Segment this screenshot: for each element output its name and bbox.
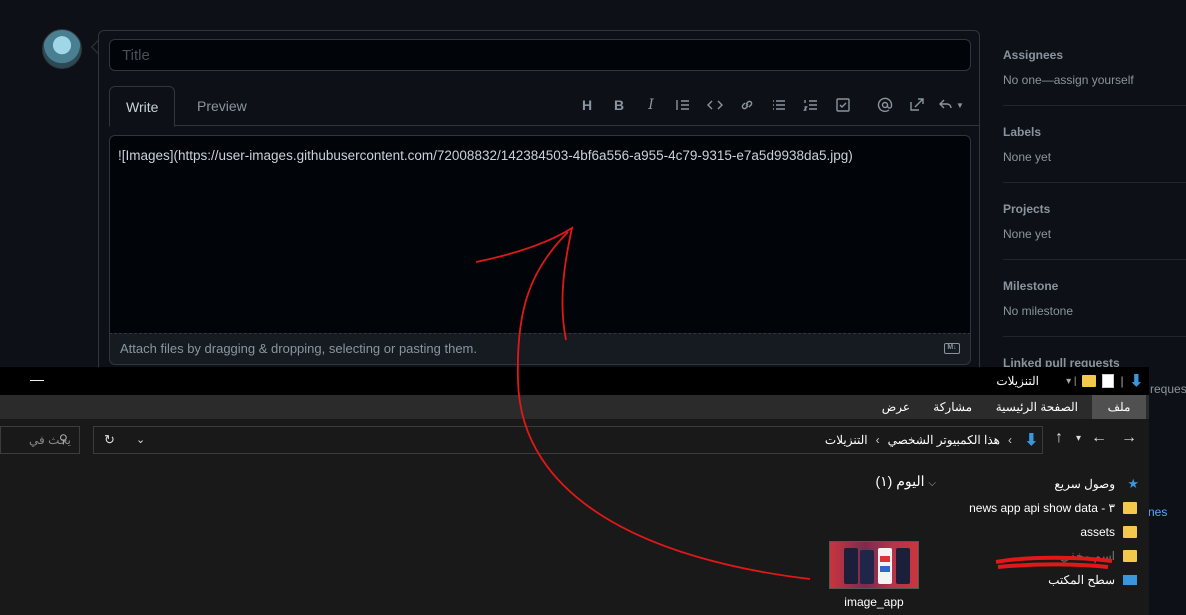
quote-icon: [676, 100, 689, 110]
customize-qa-icon[interactable]: ▾ |: [1066, 376, 1076, 387]
bulleted-list-button[interactable]: [763, 93, 795, 117]
link-button[interactable]: [731, 93, 763, 117]
tab-preview[interactable]: Preview: [181, 86, 263, 126]
link-icon: [741, 100, 753, 110]
quick-access-toolbar: ▾ | | ⬇: [1066, 371, 1143, 391]
code-icon: [707, 100, 723, 110]
group-header-today[interactable]: اليوم (١) ⌵: [875, 473, 936, 490]
navigation-pane: ★ وصول سريع news app api show data - ٣ as…: [944, 461, 1149, 615]
refresh-icon[interactable]: ↻: [104, 432, 115, 448]
ribbon-tab-file[interactable]: ملف: [1092, 395, 1146, 419]
title-input[interactable]: [109, 39, 971, 71]
nav-item-news-app[interactable]: news app api show data - ٣: [969, 501, 1137, 515]
image-thumbnail[interactable]: [829, 541, 919, 589]
ribbon-tab-share[interactable]: مشاركة: [933, 395, 972, 419]
sidebar-assignees[interactable]: Assignees No one—assign yourself: [1003, 48, 1186, 106]
quote-button[interactable]: [667, 93, 699, 117]
nav-item-redacted[interactable]: اسم مخفي: [1060, 549, 1137, 563]
explorer-title-bar: — التنزيلات ▾ | | ⬇: [0, 367, 1149, 395]
code-button[interactable]: [699, 93, 731, 117]
saved-replies-button[interactable]: ▼: [933, 93, 969, 117]
tab-write[interactable]: Write: [109, 86, 176, 127]
folder-icon[interactable]: [1082, 375, 1097, 387]
reference-button[interactable]: [901, 93, 933, 117]
folder-icon: [1123, 526, 1137, 538]
file-name-label: image_app: [844, 595, 904, 609]
download-arrow-icon: ⬇: [1129, 373, 1143, 390]
desktop-icon: [1123, 575, 1137, 585]
at-sign-icon: [877, 97, 893, 113]
cross-reference-icon: [910, 98, 924, 111]
sidebar-link[interactable]: nes: [1148, 505, 1167, 519]
breadcrumb: › هذا الكمبيوتر الشخصي › التنزيلات: [824, 433, 1012, 447]
reply-icon: [939, 99, 952, 109]
numbered-list-icon: [803, 100, 817, 111]
folder-icon: [1123, 550, 1137, 562]
numbered-list-button[interactable]: [795, 93, 827, 117]
recent-locations-chevron-icon[interactable]: ▾: [1076, 433, 1081, 444]
task-list-button[interactable]: [827, 93, 859, 117]
markdown-toolbar: H B I ▼: [571, 93, 969, 117]
folder-icon: [1123, 502, 1137, 514]
minimize-button[interactable]: —: [30, 371, 44, 387]
sidebar-projects[interactable]: Projects None yet: [1003, 202, 1186, 260]
back-arrow-icon[interactable]: →: [1121, 429, 1137, 447]
checkbox-icon: [836, 98, 850, 112]
downloads-icon: ⬇: [1024, 432, 1038, 449]
address-bar[interactable]: ⬇ › هذا الكمبيوتر الشخصي › التنزيلات ↻ ⌄: [93, 426, 1043, 454]
ribbon-tab-home[interactable]: الصفحة الرئيسية: [996, 395, 1078, 419]
separator-icon: |: [1120, 374, 1124, 388]
comment-body-textarea[interactable]: ![Images](https://user-images.githubuser…: [109, 135, 971, 333]
nav-item-quick-access[interactable]: ★ وصول سريع: [1054, 476, 1139, 491]
bold-button[interactable]: B: [603, 93, 635, 117]
file-list-pane: اليوم (١) ⌵: [0, 461, 944, 615]
forward-arrow-icon[interactable]: ←: [1091, 429, 1107, 447]
ribbon-tab-view[interactable]: عرض: [882, 395, 910, 419]
explorer-title: التنزيلات: [996, 374, 1039, 388]
sidebar-labels[interactable]: Labels None yet: [1003, 125, 1186, 183]
markdown-icon: M↓: [944, 343, 960, 354]
breadcrumb-this-pc[interactable]: هذا الكمبيوتر الشخصي: [888, 433, 1000, 447]
heading-button[interactable]: H: [571, 93, 603, 117]
phone-screens-image: [844, 548, 910, 584]
italic-button[interactable]: I: [635, 93, 667, 117]
file-explorer-window: — التنزيلات ▾ | | ⬇ ملف الصفحة الرئيسية …: [0, 367, 1149, 615]
user-avatar[interactable]: [42, 29, 82, 69]
sidebar-linked-prs-text: reques: [1150, 382, 1186, 396]
nav-item-desktop[interactable]: سطح المكتب: [1048, 573, 1137, 587]
chevron-down-icon: ▼: [956, 100, 964, 110]
address-dropdown-chevron-icon[interactable]: ⌄: [136, 433, 145, 446]
attach-files-bar[interactable]: Attach files by dragging & dropping, sel…: [109, 333, 971, 365]
bulleted-list-icon: [773, 100, 785, 110]
address-row: → ← ▾ ↑ ⬇ › هذا الكمبيوتر الشخصي › التنز…: [0, 423, 1149, 461]
search-box[interactable]: يحث في ⚲: [0, 426, 80, 454]
search-icon: ⚲: [59, 432, 68, 446]
sidebar-milestone[interactable]: Milestone No milestone: [1003, 279, 1186, 337]
properties-icon[interactable]: [1102, 374, 1115, 388]
up-arrow-icon[interactable]: ↑: [1055, 429, 1063, 447]
breadcrumb-downloads[interactable]: التنزيلات: [825, 433, 868, 447]
nav-item-assets[interactable]: assets: [1080, 525, 1137, 539]
mention-button[interactable]: [869, 93, 901, 117]
explorer-ribbon: ملف الصفحة الرئيسية مشاركة عرض: [0, 395, 1149, 419]
collapse-chevron-icon: ⌵: [928, 478, 936, 489]
star-icon: ★: [1127, 476, 1139, 491]
issue-composer: Write Preview H B I ▼ ![Images](https://…: [98, 30, 980, 375]
